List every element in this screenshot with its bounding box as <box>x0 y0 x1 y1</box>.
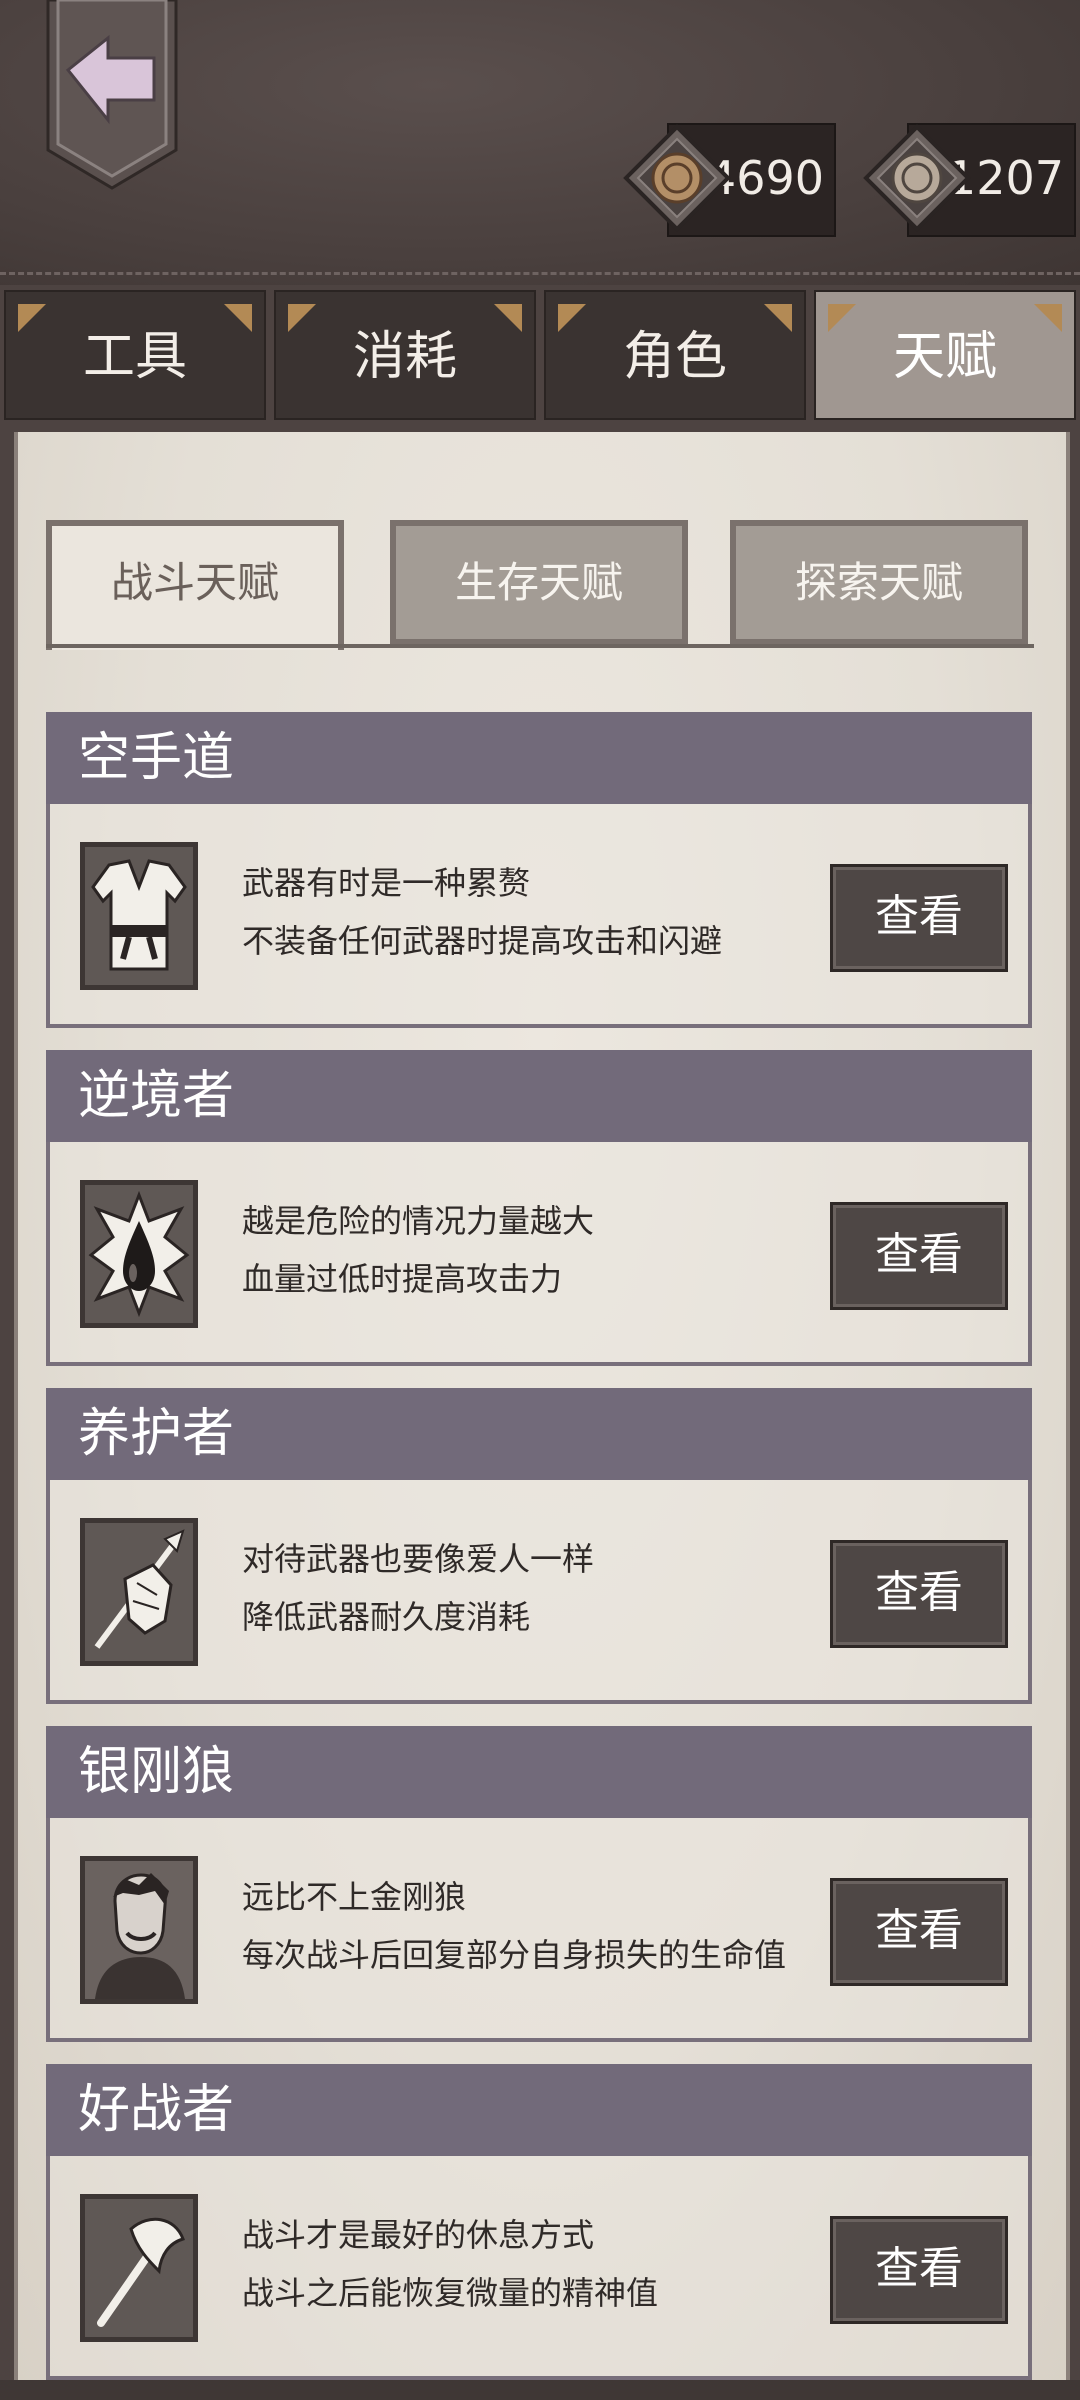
bottom-frame <box>0 2380 1080 2400</box>
talent-body: 战斗才是最好的休息方式 战斗之后能恢复微量的精神值 查看 <box>46 2156 1032 2380</box>
sub-tab-bar: 战斗天赋 生存天赋 探索天赋 <box>0 520 1080 650</box>
wolverine-portrait-icon <box>80 1856 198 2004</box>
talent-description: 越是危险的情况力量越大 血量过低时提高攻击力 <box>242 1192 594 1308</box>
talent-desc-line: 战斗才是最好的休息方式 <box>242 2216 595 2254</box>
talent-desc-line: 战斗之后能恢复微量的精神值 <box>242 2274 659 2312</box>
talent-card: 逆境者 越是危险的情况力量越大 血量过低时提高攻击力 查看 <box>46 1050 1032 1366</box>
blood-drop-icon <box>80 1180 198 1328</box>
corner-ornament <box>494 304 522 332</box>
talent-desc-line: 血量过低时提高攻击力 <box>242 1260 563 1298</box>
tab-tools[interactable]: 工具 <box>4 290 266 420</box>
subtab-combat[interactable]: 战斗天赋 <box>46 520 344 650</box>
talent-desc-line: 不装备任何武器时提高攻击和闪避 <box>242 922 723 960</box>
talent-description: 武器有时是一种累赘 不装备任何武器时提高攻击和闪避 <box>242 854 722 970</box>
talent-title: 银刚狼 <box>46 1726 1032 1818</box>
talent-description: 远比不上金刚狼 每次战斗后回复部分自身损失的生命值 <box>242 1868 786 1984</box>
subtab-underline <box>46 644 1034 648</box>
back-button[interactable] <box>46 0 178 190</box>
talent-body: 越是危险的情况力量越大 血量过低时提高攻击力 查看 <box>46 1142 1032 1366</box>
coin-icon <box>863 124 971 232</box>
view-button[interactable]: 查看 <box>830 864 1008 972</box>
corner-ornament <box>764 304 792 332</box>
tab-consumables[interactable]: 消耗 <box>274 290 536 420</box>
talent-card: 空手道 武器有时是一种累赘 不装备任何武器时提高攻击和闪避 查看 <box>46 712 1032 1028</box>
talent-desc-line: 对待武器也要像爱人一样 <box>242 1540 595 1578</box>
subtab-survival[interactable]: 生存天赋 <box>390 520 688 645</box>
tab-label: 角色 <box>622 327 727 387</box>
talent-title: 养护者 <box>46 1388 1032 1480</box>
main-tab-bar: 工具 消耗 角色 天赋 <box>0 290 1080 420</box>
tab-character[interactable]: 角色 <box>544 290 806 420</box>
talent-desc-line: 越是危险的情况力量越大 <box>242 1202 595 1240</box>
coin-icon <box>623 124 731 232</box>
corner-ornament <box>1034 304 1062 332</box>
corner-ornament <box>288 304 316 332</box>
subtab-label: 生存天赋 <box>454 558 623 607</box>
view-button[interactable]: 查看 <box>830 1540 1008 1648</box>
talent-card: 银刚狼 远比不上金刚狼 每次战斗后回复部分自身损失的生命值 查看 <box>46 1726 1032 2042</box>
corner-ornament <box>828 304 856 332</box>
talent-body: 对待武器也要像爱人一样 降低武器耐久度消耗 查看 <box>46 1480 1032 1704</box>
back-arrow-icon <box>46 0 178 190</box>
currency-coin-a: 4690 <box>622 123 840 237</box>
talent-card: 养护者 对待武器也要像爱人一样 降低武器耐久度消耗 查看 <box>46 1388 1032 1704</box>
spear-cloth-icon <box>80 1518 198 1666</box>
tab-talents[interactable]: 天赋 <box>814 290 1076 420</box>
subtab-label: 探索天赋 <box>794 558 963 607</box>
view-button[interactable]: 查看 <box>830 2216 1008 2324</box>
talent-body: 武器有时是一种累赘 不装备任何武器时提高攻击和闪避 查看 <box>46 804 1032 1028</box>
karate-gi-icon <box>80 842 198 990</box>
talent-title: 好战者 <box>46 2064 1032 2156</box>
talent-card: 好战者 战斗才是最好的休息方式 战斗之后能恢复微量的精神值 查看 <box>46 2064 1032 2380</box>
talent-title: 逆境者 <box>46 1050 1032 1142</box>
view-button[interactable]: 查看 <box>830 1202 1008 1310</box>
corner-ornament <box>558 304 586 332</box>
tab-label: 天赋 <box>892 327 997 387</box>
tab-label: 消耗 <box>352 327 457 387</box>
corner-ornament <box>224 304 252 332</box>
talent-description: 战斗才是最好的休息方式 战斗之后能恢复微量的精神值 <box>242 2206 658 2322</box>
talent-desc-line: 远比不上金刚狼 <box>242 1878 467 1916</box>
talent-description: 对待武器也要像爱人一样 降低武器耐久度消耗 <box>242 1530 594 1646</box>
axe-icon <box>80 2194 198 2342</box>
corner-ornament <box>18 304 46 332</box>
talent-desc-line: 每次战斗后回复部分自身损失的生命值 <box>242 1936 787 1974</box>
talent-body: 远比不上金刚狼 每次战斗后回复部分自身损失的生命值 查看 <box>46 1818 1032 2042</box>
tab-label: 工具 <box>82 327 187 387</box>
subtab-label: 战斗天赋 <box>110 558 279 607</box>
subtab-exploration[interactable]: 探索天赋 <box>730 520 1028 645</box>
stitch-divider <box>0 272 1080 275</box>
talent-title: 空手道 <box>46 712 1032 804</box>
talent-desc-line: 武器有时是一种累赘 <box>242 864 531 902</box>
currency-coin-b: 1207 <box>862 123 1080 237</box>
talent-desc-line: 降低武器耐久度消耗 <box>242 1598 531 1636</box>
view-button[interactable]: 查看 <box>830 1878 1008 1986</box>
